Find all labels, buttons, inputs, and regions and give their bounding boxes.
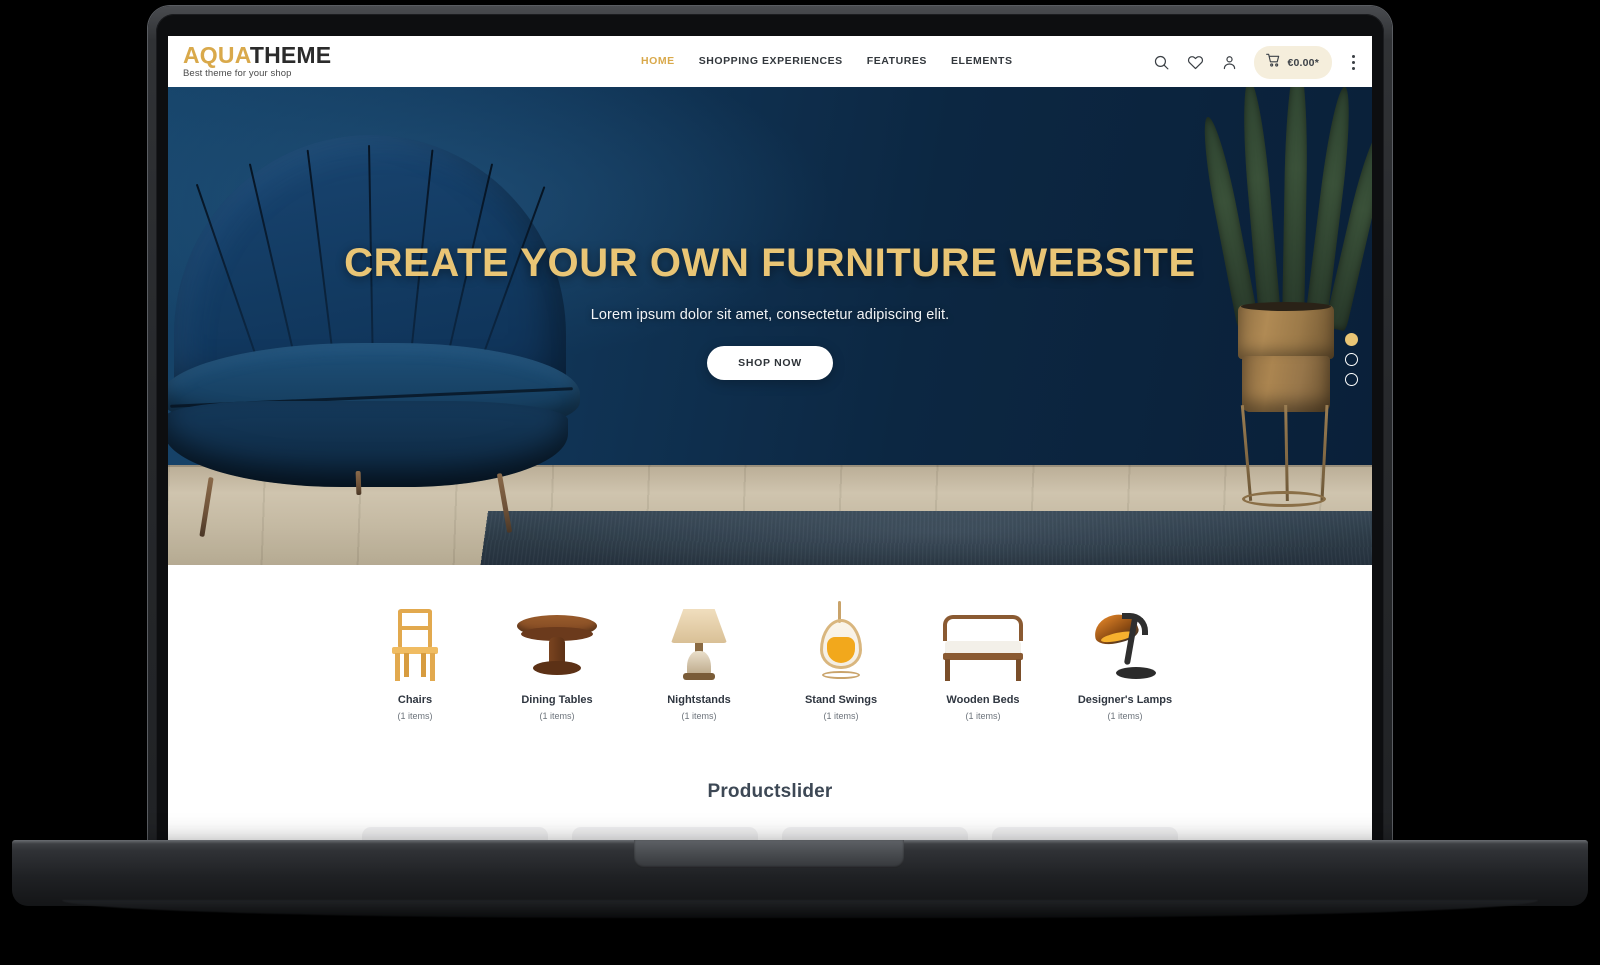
- heart-icon[interactable]: [1186, 53, 1205, 72]
- kebab-dot: [1352, 55, 1355, 58]
- category-name: Dining Tables: [521, 694, 593, 706]
- slider-dot-1[interactable]: [1345, 333, 1358, 346]
- product-card[interactable]: [572, 827, 758, 841]
- category-name: Chairs: [397, 694, 433, 706]
- category-item-designers-lamps[interactable]: Designer's Lamps (1 items): [1054, 597, 1196, 721]
- nav-item-shopping-experiences[interactable]: SHOPPING EXPERIENCES: [699, 55, 843, 67]
- desk-lamp-icon: [1054, 597, 1196, 681]
- hero-slider-dots: [1345, 333, 1358, 386]
- category-name: Wooden Beds: [946, 694, 1020, 706]
- chair-leg: [496, 473, 513, 533]
- chair-icon: [344, 597, 486, 681]
- category-name: Designer's Lamps: [1077, 694, 1173, 706]
- chair-base: [168, 401, 568, 487]
- dining-table-icon: [486, 597, 628, 681]
- category-count: (1 items): [1107, 711, 1143, 721]
- hero-subtitle: Lorem ipsum dolor sit amet, consectetur …: [590, 306, 950, 323]
- category-count: (1 items): [539, 711, 575, 721]
- laptop-base-shadow: [62, 900, 1538, 918]
- product-card-list: [168, 827, 1372, 841]
- category-item-chairs[interactable]: Chairs (1 items): [344, 597, 486, 721]
- slider-dot-3[interactable]: [1345, 373, 1358, 386]
- category-count: (1 items): [397, 711, 433, 721]
- category-item-nightstands[interactable]: Nightstands (1 items): [628, 597, 770, 721]
- nav-item-elements[interactable]: ELEMENTS: [951, 55, 1013, 67]
- category-item-wooden-beds[interactable]: Wooden Beds (1 items): [912, 597, 1054, 721]
- kebab-dot: [1352, 61, 1355, 64]
- logo-wordmark: AQUATHEME: [183, 44, 331, 67]
- table-lamp-icon: [628, 597, 770, 681]
- laptop-base-notch: [634, 840, 904, 868]
- user-icon[interactable]: [1220, 53, 1239, 72]
- plant-stand-ring: [1242, 491, 1326, 507]
- category-count: (1 items): [823, 711, 859, 721]
- product-slider-title: Productslider: [707, 781, 833, 802]
- hero-rug: [480, 510, 1372, 565]
- chair-leg: [199, 476, 214, 538]
- cart-button[interactable]: €0.00*: [1254, 46, 1332, 79]
- logo-aqua: AQUA: [183, 42, 250, 69]
- site-header: AQUATHEME Best theme for your shop HOME …: [168, 36, 1372, 87]
- shop-now-button[interactable]: SHOP NOW: [707, 345, 833, 380]
- product-card[interactable]: [992, 827, 1178, 841]
- header-actions: €0.00*: [1152, 46, 1360, 79]
- category-count: (1 items): [965, 711, 1001, 721]
- product-card[interactable]: [362, 827, 548, 841]
- product-card[interactable]: [782, 827, 968, 841]
- logo-tagline: Best theme for your shop: [183, 68, 292, 80]
- nav-item-features[interactable]: FEATURES: [867, 55, 927, 67]
- category-count: (1 items): [681, 711, 717, 721]
- category-item-dining-tables[interactable]: Dining Tables (1 items): [486, 597, 628, 721]
- kebab-dot: [1352, 67, 1355, 70]
- site-logo[interactable]: AQUATHEME Best theme for your shop: [183, 44, 331, 79]
- category-strip: Chairs (1 items) Dining Tables (1 items)…: [168, 565, 1372, 765]
- bed-icon: [912, 597, 1054, 681]
- hero-copy: CREATE YOUR OWN FURNITURE WEBSITE Lorem …: [168, 87, 1372, 380]
- hero-title: CREATE YOUR OWN FURNITURE WEBSITE: [344, 241, 1196, 285]
- cart-amount: €0.00*: [1287, 56, 1319, 69]
- category-name: Stand Swings: [804, 694, 878, 706]
- search-icon[interactable]: [1152, 53, 1171, 72]
- cart-icon: [1265, 52, 1281, 73]
- main-navigation: HOME SHOPPING EXPERIENCES FEATURES ELEME…: [641, 55, 1013, 67]
- category-item-stand-swings[interactable]: Stand Swings (1 items): [770, 597, 912, 721]
- nav-item-home[interactable]: HOME: [641, 55, 675, 67]
- kebab-menu-icon[interactable]: [1347, 52, 1360, 73]
- category-name: Nightstands: [667, 694, 731, 706]
- logo-theme: THEME: [249, 42, 332, 69]
- screenshot-stage: AQUATHEME Best theme for your shop HOME …: [0, 0, 1600, 965]
- hero-banner: CREATE YOUR OWN FURNITURE WEBSITE Lorem …: [168, 87, 1372, 565]
- browser-viewport: AQUATHEME Best theme for your shop HOME …: [168, 36, 1372, 841]
- chair-leg: [355, 470, 362, 496]
- product-slider-section: Productslider: [168, 765, 1372, 841]
- hanging-swing-icon: [770, 597, 912, 681]
- slider-dot-2[interactable]: [1345, 353, 1358, 366]
